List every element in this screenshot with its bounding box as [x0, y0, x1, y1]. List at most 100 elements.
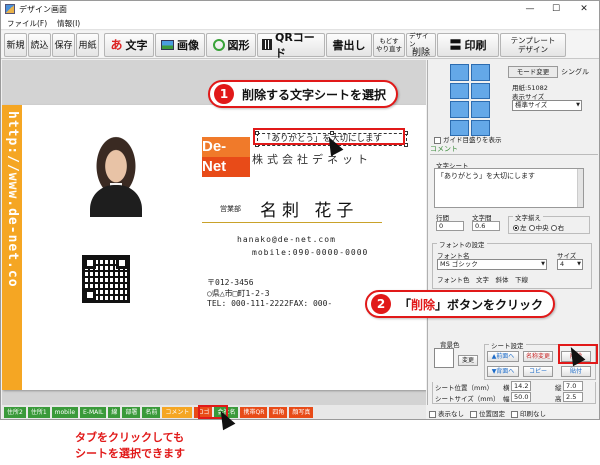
font-style-options[interactable]: フォント色 文字 斜体 下線 [437, 274, 528, 284]
hide-checkbox[interactable] [429, 410, 436, 418]
qr-code[interactable] [82, 255, 130, 303]
tel-fax[interactable]: TEL: 000-111-2222FAX: 000- [207, 299, 332, 308]
sheet-tab[interactable]: 住所1 [27, 406, 50, 418]
size-select[interactable]: 4 [557, 259, 583, 270]
template-line2: デザイン [518, 44, 548, 54]
noprint-checkbox[interactable] [511, 410, 518, 418]
department[interactable]: 営業部 [220, 204, 241, 214]
align-right-radio[interactable] [550, 225, 557, 231]
font-settings-label: フォントの設定 [437, 239, 487, 249]
close-button[interactable]: ✕ [569, 1, 599, 17]
sheet-tab[interactable]: mobile [51, 406, 79, 418]
undo-redo-button[interactable]: もどす やり直す [373, 32, 405, 57]
bg-color-swatch[interactable] [434, 348, 454, 368]
bg-change-button[interactable]: 変更 [458, 355, 478, 366]
lock-option[interactable]: 位置固定 [470, 408, 505, 418]
height-label: 高 [555, 395, 562, 403]
noprint-option[interactable]: 印刷なし [511, 408, 546, 418]
sheet-tab[interactable]: 名前 [142, 406, 161, 418]
char-spacing-input[interactable]: 0.6 [472, 221, 500, 231]
maximize-button[interactable]: ☐ [543, 1, 569, 17]
textarea-scrollbar[interactable] [577, 169, 583, 207]
portrait-photo[interactable] [82, 135, 150, 217]
email-text[interactable]: hanako@de-net.com [237, 235, 336, 244]
line-spacing-input[interactable]: 0 [436, 221, 464, 231]
to-front-button[interactable]: ▲前面へ [487, 351, 519, 362]
menu-info[interactable]: 情報(I) [57, 18, 80, 29]
sheet-tab[interactable]: E-MAIL [80, 406, 107, 418]
thumbnail[interactable] [450, 64, 469, 81]
pos-x-label: 横 [503, 384, 510, 392]
write-out-button[interactable]: 書出し [326, 32, 372, 57]
thumbnail[interactable] [450, 82, 469, 99]
mode-label: シングル [561, 68, 589, 76]
text-button[interactable]: あ 文字 [104, 32, 154, 57]
copy-button[interactable]: コピー [523, 366, 553, 377]
layout-thumbnails[interactable] [450, 64, 490, 136]
url-text: http://www.de-net.co [5, 111, 20, 288]
thumbnail[interactable] [471, 64, 490, 81]
sheet-tab[interactable]: 四角 [269, 406, 288, 418]
display-size-select[interactable]: 標準サイズ [512, 100, 582, 111]
pos-x-input[interactable]: 14.2 [511, 381, 531, 391]
sheet-tab[interactable]: 部署 [122, 406, 141, 418]
sheet-tab[interactable]: 住所2 [4, 406, 26, 418]
pos-y-label: 縦 [555, 384, 562, 392]
guide-checkbox[interactable] [434, 136, 441, 144]
divider-line[interactable] [202, 222, 382, 223]
mobile-text[interactable]: mobile:090-0000-0000 [252, 248, 368, 257]
design-delete-button[interactable]: デザイン 削除 [406, 31, 436, 58]
business-card[interactable]: http://www.de-net.co De- Net 「ありがとう」を大切に… [2, 105, 426, 390]
width-input[interactable]: 50.0 [511, 392, 531, 402]
lock-checkbox[interactable] [470, 410, 477, 418]
minimize-button[interactable]: — [517, 1, 543, 17]
align-left-label: 左 [520, 224, 527, 232]
template-design-button[interactable]: テンプレート デザイン [500, 32, 566, 57]
open-button[interactable]: 読込 [28, 32, 51, 57]
print-button[interactable]: 〓 印刷 [437, 32, 499, 57]
sheet-tab[interactable]: 顔写真 [289, 406, 314, 418]
text-sheet-input[interactable]: 「ありがとう」を大切にします [434, 168, 584, 208]
qr-button[interactable]: QRコード [257, 31, 325, 60]
logo-bottom-text: Net [202, 157, 250, 177]
thumbnail[interactable] [471, 101, 490, 118]
hide-option[interactable]: 表示なし [429, 408, 464, 418]
address[interactable]: ○県△市□町1-2-3 [207, 288, 270, 299]
paper-button[interactable]: 用紙 [76, 32, 99, 57]
thumbnail[interactable] [471, 82, 490, 99]
template-line1: テンプレート [510, 35, 556, 45]
tab-comment[interactable]: コメント [430, 144, 598, 155]
new-button[interactable]: 新規 [4, 32, 27, 57]
align-center-radio[interactable] [528, 225, 535, 231]
person-name[interactable]: 名刺 花子 [260, 196, 358, 221]
align-center-label: 中央 [535, 224, 549, 232]
step2-number: 2 [371, 294, 391, 314]
align-left-radio[interactable] [513, 225, 519, 231]
pos-y-input[interactable]: 7.0 [563, 381, 583, 391]
url-strip[interactable]: http://www.de-net.co [2, 105, 22, 390]
thumbnail[interactable] [450, 101, 469, 118]
image-button[interactable]: 画像 [155, 32, 205, 57]
sheet-tab[interactable]: コメント [162, 406, 193, 418]
postal-code[interactable]: 〒012-3456 [207, 277, 254, 288]
sheet-tab[interactable]: 携帯QR [240, 406, 268, 418]
company-name[interactable]: 株式会社デネット [252, 151, 372, 167]
guide-checkbox-row[interactable]: ガイド目盛りを表示 [434, 134, 502, 144]
height-input[interactable]: 2.5 [563, 392, 583, 402]
sheet-tab[interactable]: 線 [108, 406, 121, 418]
sheet-settings-label: シート設定 [489, 340, 526, 350]
paste-button[interactable]: 貼付 [561, 366, 591, 377]
mode-change-button[interactable]: モード変更 [508, 66, 558, 78]
design-canvas[interactable]: http://www.de-net.co De- Net 「ありがとう」を大切に… [2, 60, 426, 405]
to-back-button[interactable]: ▼背面へ [487, 366, 519, 377]
qr-button-label: QRコード [274, 30, 315, 60]
menu-file[interactable]: ファイル(F) [7, 18, 47, 29]
qr-finder-tr [116, 257, 128, 269]
rename-button[interactable]: 名称変更 [523, 351, 553, 362]
align-options[interactable]: 左 中央 右 [513, 222, 564, 232]
design-delete-line1: デザイン [409, 31, 429, 48]
save-button[interactable]: 保存 [52, 32, 75, 57]
company-logo[interactable]: De- Net [202, 137, 250, 177]
shape-button[interactable]: 図形 [206, 32, 256, 57]
font-name-select[interactable]: MS ゴシック [437, 259, 547, 270]
